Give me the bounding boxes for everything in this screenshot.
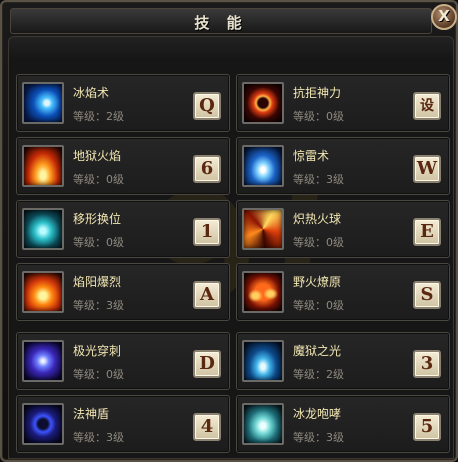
demon-light-icon[interactable] [242,340,284,382]
hotkey-button[interactable]: 1 [193,218,221,246]
skill-slot-ice-dragon[interactable]: 冰龙咆哮 等级：3级 5 [236,395,450,453]
hotkey-button[interactable]: W [413,155,441,183]
aurora-pierce-icon[interactable] [22,340,64,382]
hotkey-button[interactable]: S [413,281,441,309]
title-bar[interactable]: 技 能 [10,8,432,34]
close-button[interactable]: X [431,4,457,30]
fireball-icon[interactable] [242,208,284,250]
hotkey-button[interactable]: A [193,281,221,309]
skill-name: 野火燎原 [293,275,342,289]
skill-name: 极光穿刺 [73,344,122,358]
skill-level: 等级：0级 [73,173,124,186]
skill-level: 等级：0级 [293,236,344,249]
skill-name: 炽热火球 [293,212,342,226]
skill-level: 等级：2级 [73,110,124,123]
teleport-icon[interactable] [22,208,64,250]
skill-name: 抗拒神力 [293,86,342,100]
skill-level: 等级：3级 [293,431,344,444]
skill-name: 冰焰术 [73,86,110,100]
skill-slot-resist-power[interactable]: 抗拒神力 等级：0级 设 [236,74,450,132]
skill-slot-ice-flame[interactable]: 冰焰术 等级：2级 Q [16,74,230,132]
skill-name: 冰龙咆哮 [293,407,342,421]
skill-slot-demon-light[interactable]: 魔狱之光 等级：2级 3 [236,332,450,390]
hotkey-button[interactable]: D [193,350,221,378]
skill-name: 惊雷术 [293,149,330,163]
hellfire-icon[interactable] [22,145,64,187]
mage-shield-icon[interactable] [22,403,64,445]
skill-slot-aurora-pierce[interactable]: 极光穿刺 等级：0级 D [16,332,230,390]
skill-level: 等级：2级 [293,368,344,381]
skill-level: 等级：0级 [293,110,344,123]
skill-slot-flame-burst[interactable]: 焰阳爆烈 等级：3级 A [16,263,230,321]
wildfire-icon[interactable] [242,271,284,313]
skill-level: 等级：0级 [293,299,344,312]
ice-flame-icon[interactable] [22,82,64,124]
skill-level: 等级：3级 [73,299,124,312]
skill-name: 法神盾 [73,407,110,421]
hotkey-button[interactable]: Q [193,92,221,120]
skill-name: 焰阳爆烈 [73,275,122,289]
skill-slot-hellfire[interactable]: 地狱火焰 等级：0级 6 [16,137,230,195]
window-title: 技 能 [194,14,248,32]
hotkey-button[interactable]: 3 [413,350,441,378]
panel-header [8,36,454,63]
thunder-icon[interactable] [242,145,284,187]
skill-slot-wildfire[interactable]: 野火燎原 等级：0级 S [236,263,450,321]
skill-slot-fireball[interactable]: 炽热火球 等级：0级 E [236,200,450,258]
skill-slot-thunder[interactable]: 惊雷术 等级：3级 W [236,137,450,195]
flame-burst-icon[interactable] [22,271,64,313]
skill-slot-mage-shield[interactable]: 法神盾 等级：3级 4 [16,395,230,453]
hotkey-button[interactable]: 设 [413,92,441,120]
fire-ring-icon[interactable] [242,82,284,124]
skill-level: 等级：0级 [73,236,124,249]
hotkey-button[interactable]: 6 [193,155,221,183]
skill-level: 等级：0级 [73,368,124,381]
skill-level: 等级：3级 [73,431,124,444]
skill-level: 等级：3级 [293,173,344,186]
hotkey-button[interactable]: 5 [413,413,441,441]
hotkey-button[interactable]: E [413,218,441,246]
skill-name: 地狱火焰 [73,149,122,163]
skills-window: 技 能 X 97 冰焰术 等级：2级 Q 抗拒神力 等级：0级 设 地狱火焰 等… [0,0,458,462]
skill-slot-teleport[interactable]: 移形换位 等级：0级 1 [16,200,230,258]
ice-dragon-icon[interactable] [242,403,284,445]
skill-name: 魔狱之光 [293,344,342,358]
hotkey-button[interactable]: 4 [193,413,221,441]
skill-name: 移形换位 [73,212,122,226]
